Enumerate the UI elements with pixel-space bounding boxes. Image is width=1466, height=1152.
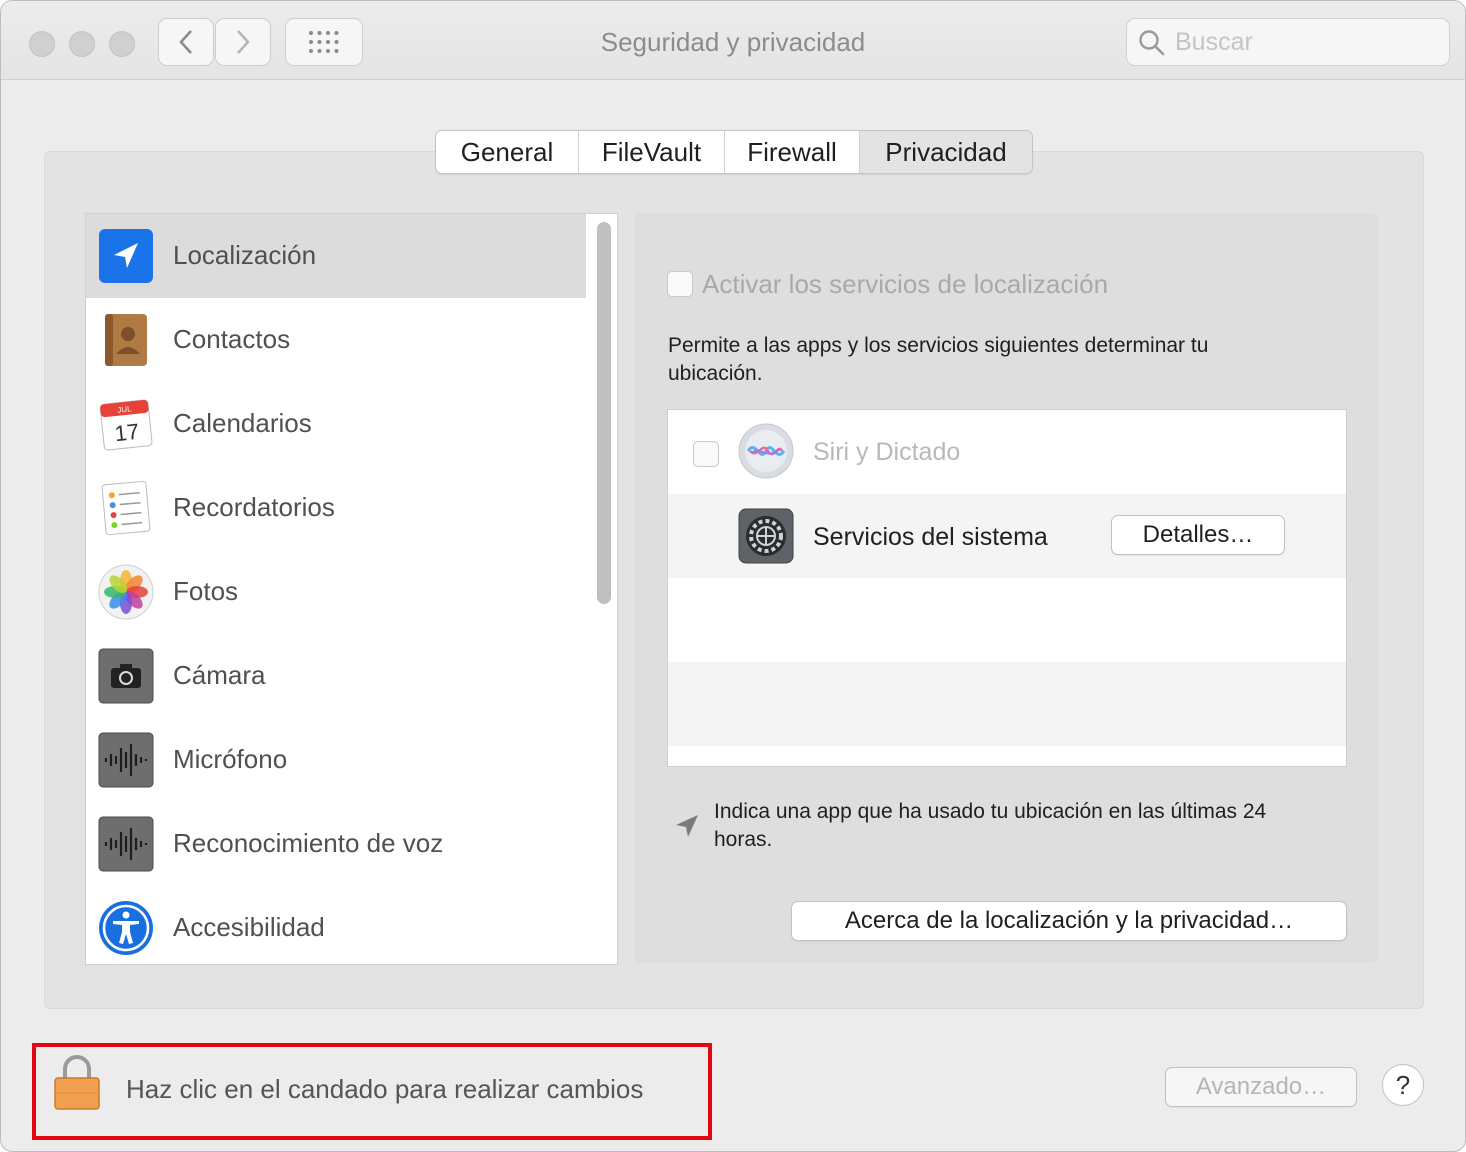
help-button[interactable]: ? — [1382, 1064, 1424, 1106]
system-preferences-window: Seguridad y privacidad General FileVault… — [0, 0, 1466, 1152]
sidebar-item-label: Accesibilidad — [173, 912, 325, 942]
accessibility-icon — [99, 901, 153, 955]
details-button[interactable]: Detalles… — [1111, 515, 1285, 555]
sidebar-item-label: Calendarios — [173, 408, 312, 438]
system-preferences-icon — [738, 508, 794, 564]
enable-location-label: Activar los servicios de localización — [702, 269, 1109, 299]
sidebar-item-accesibilidad[interactable]: Accesibilidad — [86, 886, 586, 964]
sidebar-item-label: Localización — [173, 240, 317, 270]
sidebar-item-microfono[interactable]: Micrófono — [86, 718, 586, 802]
calendar-month: JUL — [117, 404, 133, 414]
list-item — [668, 578, 1346, 662]
sidebar-scrollbar[interactable] — [597, 222, 611, 604]
lock-icon[interactable] — [53, 1053, 101, 1111]
sidebar-item-label: Fotos — [173, 576, 239, 606]
tab-privacidad[interactable]: Privacidad — [860, 131, 1032, 173]
search-field[interactable] — [1126, 18, 1450, 66]
contacts-icon — [105, 314, 147, 366]
sidebar-item-label: Recordatorios — [173, 492, 335, 522]
search-input[interactable] — [1173, 25, 1437, 59]
location-apps-list[interactable]: Siri y Dictado Servicios del sistema Det… — [667, 409, 1347, 767]
app-row-siri[interactable]: Siri y Dictado — [668, 410, 1346, 494]
system-services-label: Servicios del sistema — [813, 523, 1048, 551]
tab-filevault[interactable]: FileVault — [579, 131, 725, 173]
siri-label: Siri y Dictado — [813, 438, 961, 466]
sidebar-item-contactos[interactable]: Contactos — [86, 298, 586, 382]
sidebar-item-localizacion[interactable]: Localización — [86, 214, 586, 298]
sidebar-item-fotos[interactable]: Fotos — [86, 550, 586, 634]
title-bar: Seguridad y privacidad — [1, 1, 1465, 80]
calendar-icon: JUL 17 — [99, 399, 153, 451]
tab-firewall[interactable]: Firewall — [725, 131, 860, 173]
reminders-icon — [101, 480, 151, 536]
app-row-system-services[interactable]: Servicios del sistema Detalles… — [668, 494, 1346, 578]
speech-recognition-icon — [98, 816, 154, 872]
location-description: Permite a las apps y los servicios sigui… — [668, 334, 1209, 385]
calendar-day: 17 — [113, 419, 140, 446]
sidebar-item-reconocimiento-de-voz[interactable]: Reconocimiento de voz — [86, 802, 586, 886]
photos-icon — [98, 564, 154, 620]
sidebar-item-recordatorios[interactable]: Recordatorios — [86, 466, 586, 550]
search-icon — [1139, 30, 1165, 56]
lock-instruction-text[interactable]: Haz clic en el candado para realizar cam… — [126, 1074, 643, 1105]
list-item — [668, 662, 1346, 746]
privacy-category-list[interactable]: Localización Contactos JUL 17 Calendario… — [85, 213, 618, 965]
advanced-button[interactable]: Avanzado… — [1165, 1067, 1357, 1107]
microphone-icon — [98, 732, 154, 788]
sidebar-item-label: Contactos — [173, 324, 291, 354]
camera-icon — [98, 648, 154, 704]
about-location-privacy-button[interactable]: Acerca de la localización y la privacida… — [791, 901, 1347, 941]
location-icon — [99, 229, 153, 283]
sidebar-item-label: Cámara — [173, 660, 266, 690]
sidebar-item-camara[interactable]: Cámara — [86, 634, 586, 718]
enable-location-checkbox[interactable] — [667, 271, 693, 297]
tab-general[interactable]: General — [436, 131, 579, 173]
location-arrow-icon — [676, 815, 698, 837]
sidebar-item-label: Reconocimiento de voz — [173, 828, 444, 858]
location-usage-note: Indica una app que ha usado tu ubicación… — [714, 800, 1267, 851]
siri-checkbox[interactable] — [693, 441, 719, 467]
tab-bar: General FileVault Firewall Privacidad — [435, 130, 1033, 174]
siri-icon — [738, 423, 794, 479]
sidebar-item-calendarios[interactable]: JUL 17 Calendarios — [86, 382, 586, 466]
sidebar-item-label: Micrófono — [173, 744, 288, 774]
